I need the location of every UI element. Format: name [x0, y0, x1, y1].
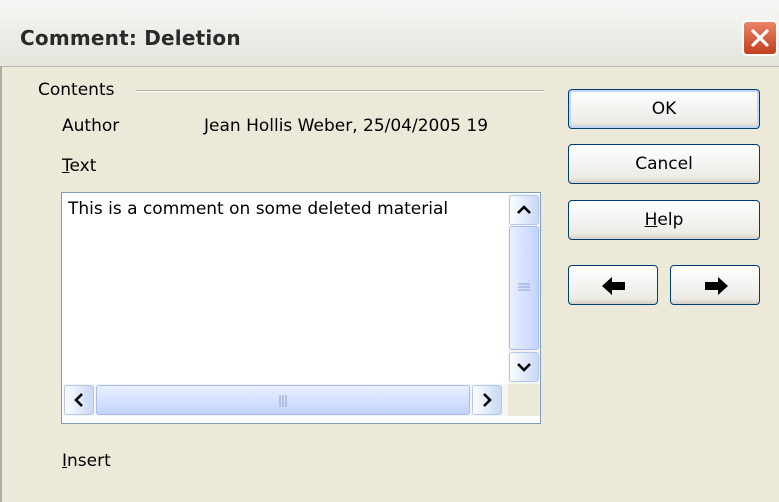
grip-icon — [518, 283, 530, 291]
grip-icon — [279, 395, 287, 407]
insert-label-rest: nsert — [67, 451, 111, 471]
chevron-left-icon — [74, 393, 83, 407]
arrow-left-icon — [602, 277, 625, 295]
window-title: Comment: Deletion — [20, 26, 241, 50]
text-label-mnemonic: T — [62, 156, 70, 176]
ok-button[interactable]: OK — [568, 89, 760, 129]
help-button[interactable]: Help — [568, 200, 760, 240]
title-bar[interactable]: Comment: Deletion — [0, 0, 779, 67]
comment-text[interactable]: This is a comment on some deleted materi… — [68, 199, 448, 219]
scroll-left-button[interactable] — [64, 385, 94, 415]
comment-dialog: Comment: Deletion Contents Author Jean H… — [0, 0, 779, 502]
help-mnemonic: H — [644, 210, 658, 230]
vertical-scroll-thumb[interactable] — [509, 226, 539, 350]
scroll-right-button[interactable] — [472, 385, 502, 415]
scroll-down-button[interactable] — [509, 352, 539, 382]
cancel-button[interactable]: Cancel — [568, 144, 760, 184]
previous-comment-button[interactable] — [568, 265, 658, 305]
next-comment-button[interactable] — [670, 265, 760, 305]
help-label-rest: elp — [657, 210, 684, 230]
arrow-right-icon — [705, 277, 728, 295]
horizontal-scrollbar[interactable] — [63, 384, 508, 416]
close-button[interactable] — [742, 20, 778, 56]
contents-group-label: Contents — [38, 80, 115, 100]
insert-label: Insert — [62, 451, 111, 471]
scroll-up-button[interactable] — [509, 195, 539, 225]
author-label: Author — [62, 116, 120, 136]
vertical-scrollbar[interactable] — [508, 194, 540, 384]
chevron-right-icon — [483, 393, 492, 407]
contents-group-divider — [136, 90, 544, 92]
close-icon — [751, 29, 769, 47]
chevron-down-icon — [517, 363, 531, 372]
chevron-up-icon — [517, 205, 531, 214]
scrollbar-corner — [508, 384, 540, 416]
horizontal-scroll-thumb[interactable] — [96, 385, 470, 415]
text-label-rest: ext — [69, 156, 97, 176]
text-label: Text — [62, 156, 96, 176]
author-value: Jean Hollis Weber, 25/04/2005 19 — [204, 116, 489, 136]
comment-text-area[interactable]: This is a comment on some deleted materi… — [61, 192, 541, 424]
window-left-border — [0, 66, 2, 502]
